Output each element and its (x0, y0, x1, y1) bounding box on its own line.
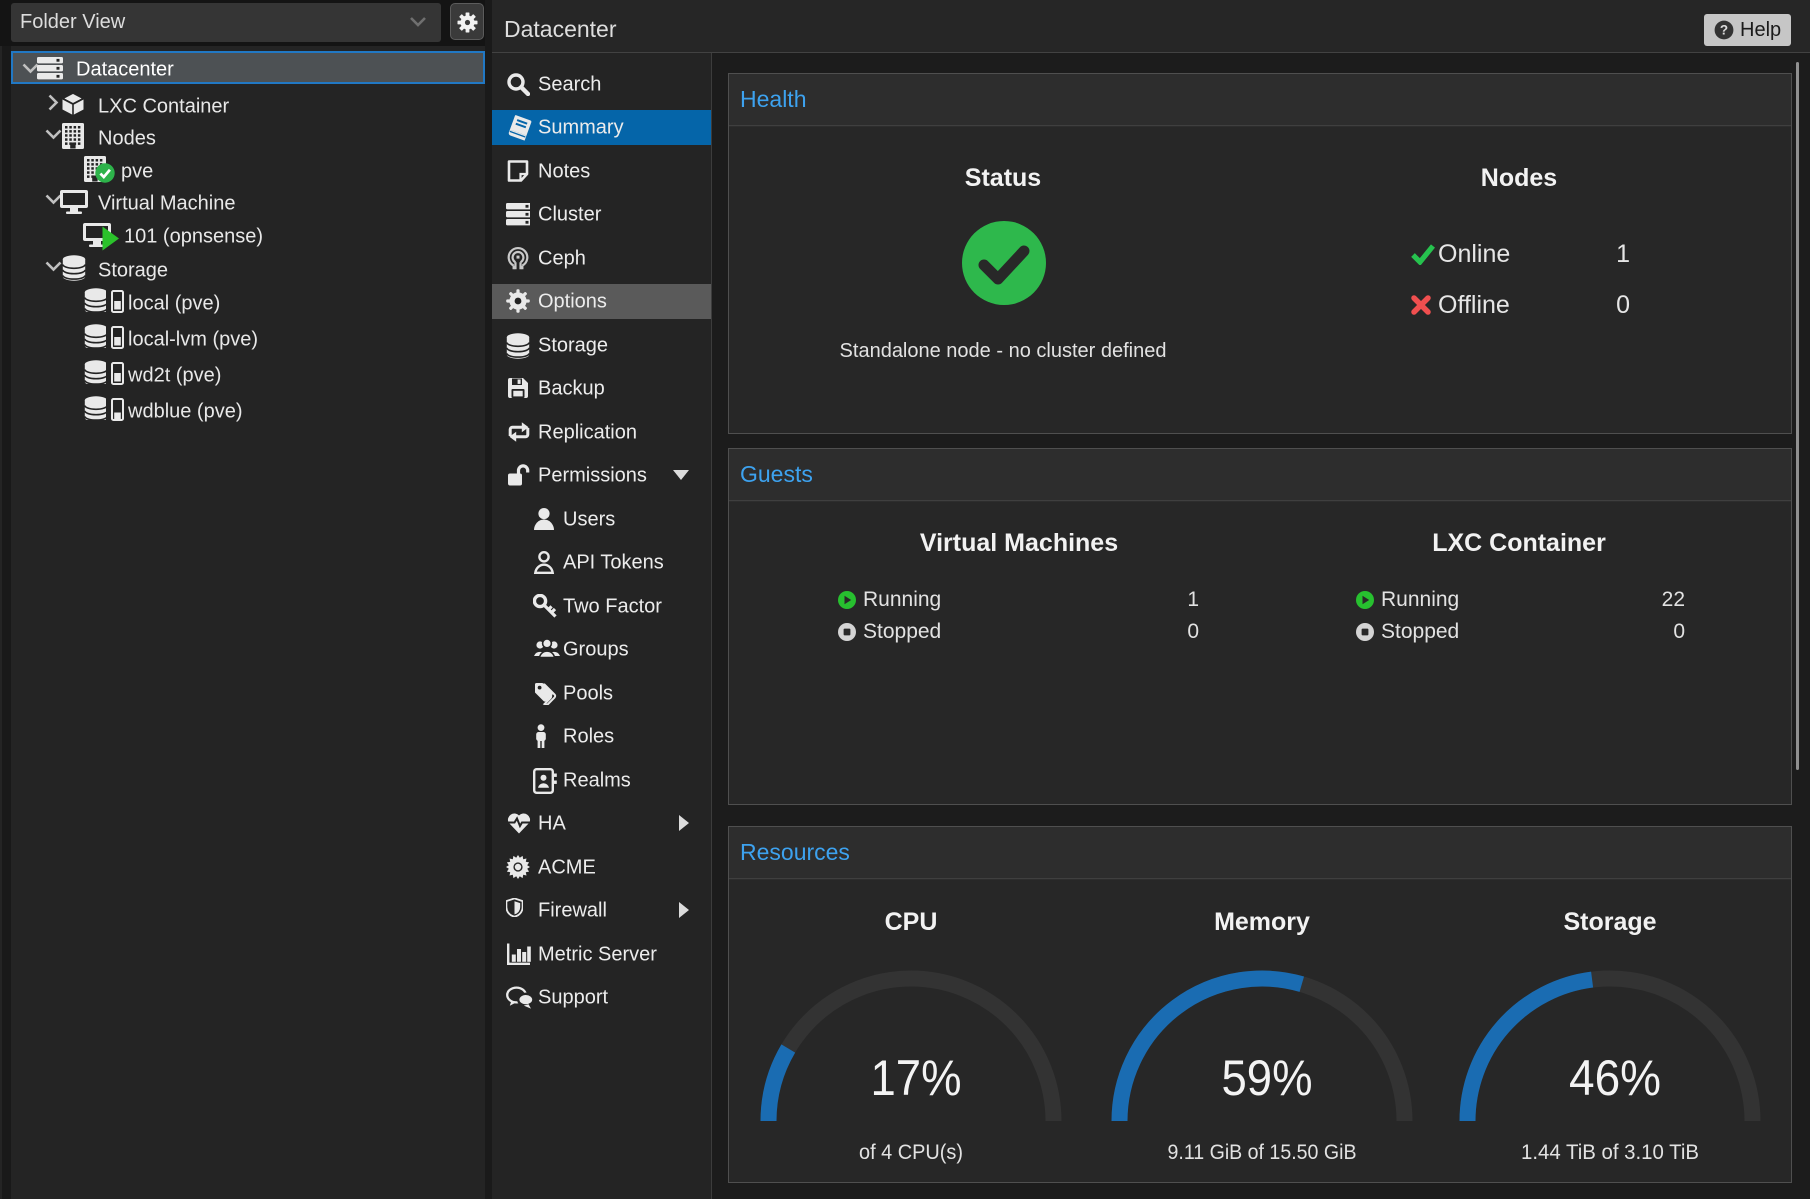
svg-text:of 4 CPU(s): of 4 CPU(s) (859, 1141, 963, 1164)
svg-text:59%: 59% (1222, 1050, 1313, 1106)
svg-text:46%: 46% (1569, 1050, 1661, 1106)
svg-text:?: ? (1720, 23, 1728, 38)
svg-text:17%: 17% (871, 1050, 962, 1106)
svg-text:9.11 GiB of 15.50 GiB: 9.11 GiB of 15.50 GiB (1168, 1141, 1357, 1164)
svg-text:1.44 TiB of 3.10 TiB: 1.44 TiB of 3.10 TiB (1521, 1141, 1699, 1164)
